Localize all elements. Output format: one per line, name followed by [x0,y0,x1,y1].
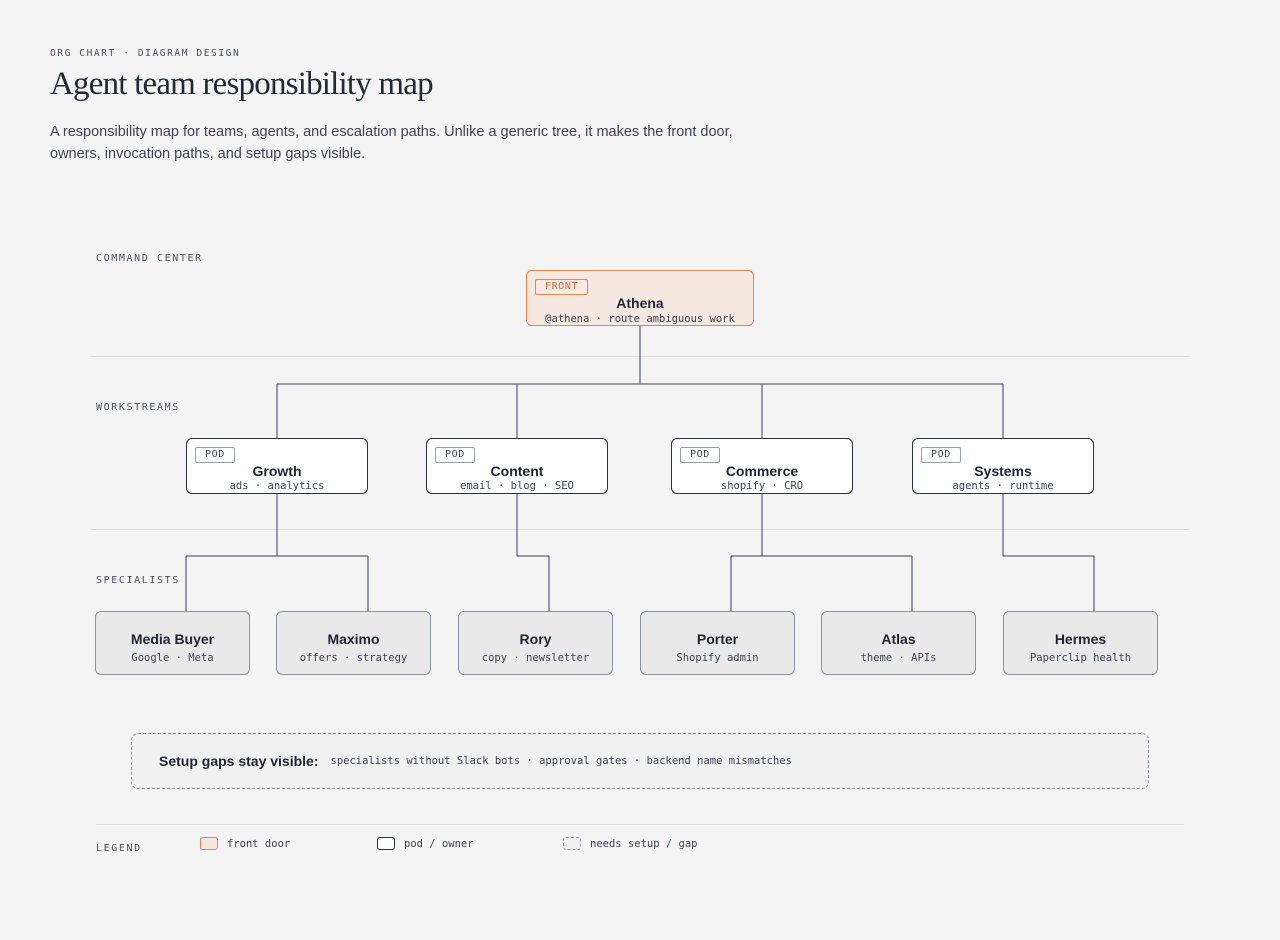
node-specialist-porter[interactable]: Porter Shopify admin [640,611,795,675]
legend-swatch-needs-setup [563,837,581,850]
node-name: Hermes [1054,631,1107,647]
node-sub: theme · APIs [860,652,937,664]
node-name: Atlas [881,631,916,647]
legend-label: pod / owner [404,837,474,850]
node-name: Maximo [327,631,380,647]
node-pod-growth[interactable]: POD Growth ads · analytics [186,438,368,494]
setup-gaps-items: specialists without Slack bots · approva… [330,755,792,767]
pod-tag: POD [195,447,235,463]
legend-item-needs-setup: needs setup / gap [563,837,697,850]
node-sub: offers · strategy [299,652,408,664]
front-tag: FRONT [535,279,589,295]
legend-swatch-front-door [200,837,218,850]
setup-gaps-lead: Setup gaps stay visible: [159,753,319,769]
node-sub: email · blog · SEO [460,480,574,492]
pod-tag: POD [435,447,475,463]
node-specialist-maximo[interactable]: Maximo offers · strategy [276,611,431,675]
connector-athena-pods [276,326,1004,438]
pod-tag: POD [921,447,961,463]
legend-swatch-pod-owner [377,837,395,850]
node-sub: agents · runtime [952,480,1054,492]
node-sub: shopify · CRO [720,480,804,492]
legend-title: LEGEND [96,843,142,854]
node-name: Athena [616,295,664,311]
node-name: Content [490,463,544,479]
node-name: Rory [519,631,552,647]
legend-label: needs setup / gap [590,837,698,850]
node-specialist-media-buyer[interactable]: Media Buyer Google · Meta [95,611,250,675]
connector-commerce-specialists [730,494,913,611]
node-name: Commerce [725,463,799,479]
setup-gaps-callout: Setup gaps stay visible: specialists wit… [131,733,1149,789]
node-sub: Paperclip health [1029,652,1132,664]
node-specialist-atlas[interactable]: Atlas theme · APIs [821,611,976,675]
connector-content-specialists [516,494,550,611]
node-name: Growth [252,463,302,479]
node-name: Media Buyer [130,631,215,647]
connector-growth-specialists [185,494,369,611]
node-sub: ads · analytics [229,480,325,492]
legend-item-front-door: front door [200,837,290,850]
node-sub: copy · newsletter [481,652,590,664]
node-name: Porter [696,631,739,647]
legend-item-pod-owner: pod / owner [377,837,474,850]
node-pod-systems[interactable]: POD Systems agents · runtime [912,438,1094,494]
node-pod-content[interactable]: POD Content email · blog · SEO [426,438,608,494]
node-pod-commerce[interactable]: POD Commerce shopify · CRO [671,438,853,494]
node-sub: @athena · route ambiguous work [545,313,735,325]
node-sub: Shopify admin [676,652,759,664]
node-specialist-rory[interactable]: Rory copy · newsletter [458,611,613,675]
legend-label: front door [227,837,291,850]
legend-divider [96,824,1184,825]
node-athena-front-door[interactable]: FRONT Athena @athena · route ambiguous w… [526,270,754,326]
node-sub: Google · Meta [131,652,214,664]
connector-systems-specialists [1002,494,1095,611]
pod-tag: POD [680,447,720,463]
node-name: Systems [974,463,1032,479]
node-specialist-hermes[interactable]: Hermes Paperclip health [1003,611,1158,675]
